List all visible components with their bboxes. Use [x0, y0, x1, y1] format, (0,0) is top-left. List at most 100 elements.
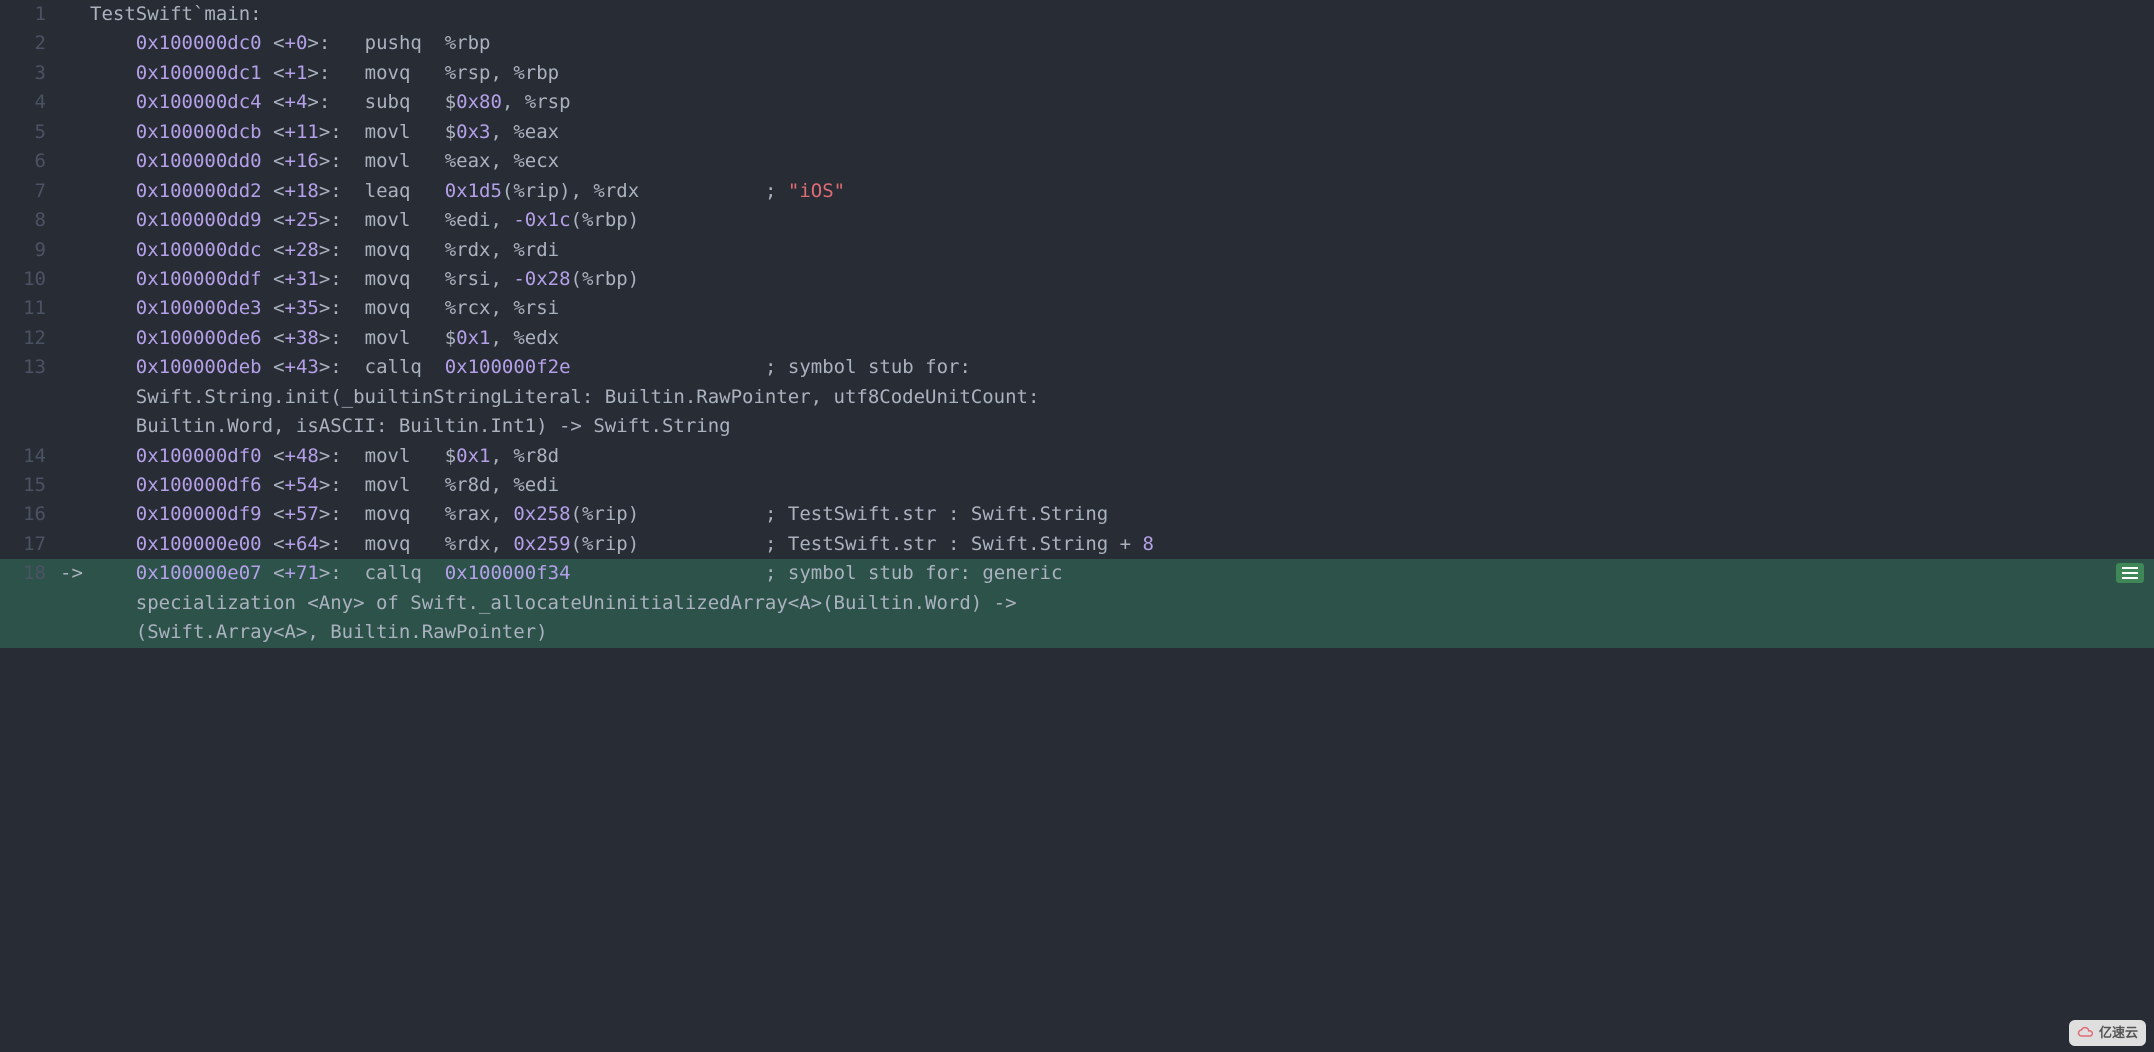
code-content: TestSwift`main: [90, 0, 262, 29]
code-line[interactable]: 5 0x100000dcb <+11>: movl $0x3, %eax [0, 118, 2154, 147]
current-line-arrow [60, 177, 90, 206]
line-number: 13 [0, 353, 60, 382]
code-line[interactable]: 12 0x100000de6 <+38>: movl $0x1, %edx [0, 324, 2154, 353]
instruction-offset: +64 [285, 533, 319, 555]
line-number: 7 [0, 177, 60, 206]
mnemonic: movq [365, 533, 445, 555]
line-number: 15 [0, 471, 60, 500]
code-line[interactable]: 16 0x100000df9 <+57>: movq %rax, 0x258(%… [0, 500, 2154, 529]
current-line-arrow [60, 530, 90, 559]
operand: (%rbp) [571, 268, 640, 290]
instruction-address: 0x100000e00 [136, 533, 262, 555]
code-line[interactable]: 17 0x100000e00 <+64>: movq %rdx, 0x259(%… [0, 530, 2154, 559]
code-line[interactable]: 18-> 0x100000e07 <+71>: callq 0x100000f3… [0, 559, 2154, 588]
current-line-arrow [60, 294, 90, 323]
code-line[interactable]: 9 0x100000ddc <+28>: movq %rdx, %rdi [0, 236, 2154, 265]
current-line-arrow: -> [60, 559, 90, 588]
watermark-logo: 亿速云 [2069, 1020, 2146, 1046]
mnemonic: movq [365, 239, 445, 261]
mnemonic: movq [365, 297, 445, 319]
code-line-continuation: (Swift.Array<A>, Builtin.RawPointer) [0, 618, 2154, 647]
code-line[interactable]: 15 0x100000df6 <+54>: movl %r8d, %edi [0, 471, 2154, 500]
operand: 0x80 [456, 91, 502, 113]
instruction-offset: +1 [285, 62, 308, 84]
operand: , %r8d [490, 445, 559, 467]
instruction-offset: +0 [285, 32, 308, 54]
instruction-offset: +54 [285, 474, 319, 496]
offset-bracket: >: [319, 562, 342, 584]
instruction-offset: +71 [285, 562, 319, 584]
instruction-offset: +31 [285, 268, 319, 290]
instruction-offset: +48 [285, 445, 319, 467]
operand: %eax, %ecx [445, 150, 559, 172]
code-line-continuation: Builtin.Word, isASCII: Builtin.Int1) -> … [0, 412, 2154, 441]
operand: %rbp [445, 32, 491, 54]
comment: ; [765, 180, 788, 202]
offset-bracket: >: [319, 239, 342, 261]
code-line-continuation: specialization <Any> of Swift._allocateU… [0, 589, 2154, 618]
operand: %rdx, %rdi [445, 239, 559, 261]
current-line-arrow [60, 0, 90, 29]
code-line[interactable]: 8 0x100000dd9 <+25>: movl %edi, -0x1c(%r… [0, 206, 2154, 235]
comment: ; TestSwift.str : Swift.String [765, 503, 1108, 525]
operand: 0x100000f34 [445, 562, 571, 584]
operand: 0x1 [456, 445, 490, 467]
line-number: 11 [0, 294, 60, 323]
line-number: 17 [0, 530, 60, 559]
current-line-arrow [60, 471, 90, 500]
code-line[interactable]: 7 0x100000dd2 <+18>: leaq 0x1d5(%rip), %… [0, 177, 2154, 206]
offset-bracket: < [273, 503, 284, 525]
instruction-address: 0x100000dc4 [136, 91, 262, 113]
code-line[interactable]: 11 0x100000de3 <+35>: movq %rcx, %rsi [0, 294, 2154, 323]
code-editor[interactable]: 1 TestSwift`main:2 0x100000dc0 <+0>: pus… [0, 0, 2154, 648]
code-content: (Swift.Array<A>, Builtin.RawPointer) [90, 618, 548, 647]
code-line[interactable]: 1 TestSwift`main: [0, 0, 2154, 29]
instruction-offset: +28 [285, 239, 319, 261]
code-line[interactable]: 13 0x100000deb <+43>: callq 0x100000f2e … [0, 353, 2154, 382]
instruction-offset: +57 [285, 503, 319, 525]
line-menu-icon[interactable] [2116, 563, 2144, 583]
instruction-offset: +18 [285, 180, 319, 202]
current-line-arrow [60, 206, 90, 235]
code-line[interactable]: 14 0x100000df0 <+48>: movl $0x1, %r8d [0, 442, 2154, 471]
line-number: 18 [0, 559, 60, 588]
instruction-address: 0x100000dc0 [136, 32, 262, 54]
instruction-offset: +43 [285, 356, 319, 378]
comment: ; TestSwift.str : Swift.String + [765, 533, 1143, 555]
offset-bracket: >: [319, 327, 342, 349]
offset-bracket: >: [319, 445, 342, 467]
operand: 0x1d5 [445, 180, 502, 202]
mnemonic: pushq [365, 32, 445, 54]
code-content: specialization <Any> of Swift._allocateU… [90, 589, 1028, 618]
code-line[interactable]: 2 0x100000dc0 <+0>: pushq %rbp [0, 29, 2154, 58]
offset-bracket: < [273, 180, 284, 202]
code-content: 0x100000dcb <+11>: movl $0x3, %eax [90, 118, 559, 147]
operand: , %rsp [502, 91, 571, 113]
comment: "iOS" [788, 180, 845, 202]
offset-bracket: >: [307, 32, 330, 54]
offset-bracket: < [273, 32, 284, 54]
code-line[interactable]: 3 0x100000dc1 <+1>: movq %rsp, %rbp [0, 59, 2154, 88]
code-line[interactable]: 6 0x100000dd0 <+16>: movl %eax, %ecx [0, 147, 2154, 176]
current-line-arrow [60, 147, 90, 176]
code-content: 0x100000deb <+43>: callq 0x100000f2e ; s… [90, 353, 982, 382]
code-content: 0x100000dd0 <+16>: movl %eax, %ecx [90, 147, 559, 176]
mnemonic: movq [365, 62, 445, 84]
offset-bracket: >: [307, 62, 330, 84]
offset-bracket: < [273, 445, 284, 467]
mnemonic: subq [365, 91, 445, 113]
line-number: 16 [0, 500, 60, 529]
code-line[interactable]: 4 0x100000dc4 <+4>: subq $0x80, %rsp [0, 88, 2154, 117]
instruction-address: 0x100000df9 [136, 503, 262, 525]
operand: 0x259 [513, 533, 570, 555]
offset-bracket: >: [319, 121, 342, 143]
mnemonic: movq [365, 503, 445, 525]
operand: 0x100000f2e [445, 356, 571, 378]
code-line[interactable]: 10 0x100000ddf <+31>: movq %rsi, -0x28(%… [0, 265, 2154, 294]
cloud-icon [2077, 1026, 2095, 1040]
instruction-address: 0x100000df6 [136, 474, 262, 496]
mnemonic: leaq [365, 180, 445, 202]
instruction-address: 0x100000df0 [136, 445, 262, 467]
mnemonic: movq [365, 268, 445, 290]
offset-bracket: < [273, 150, 284, 172]
